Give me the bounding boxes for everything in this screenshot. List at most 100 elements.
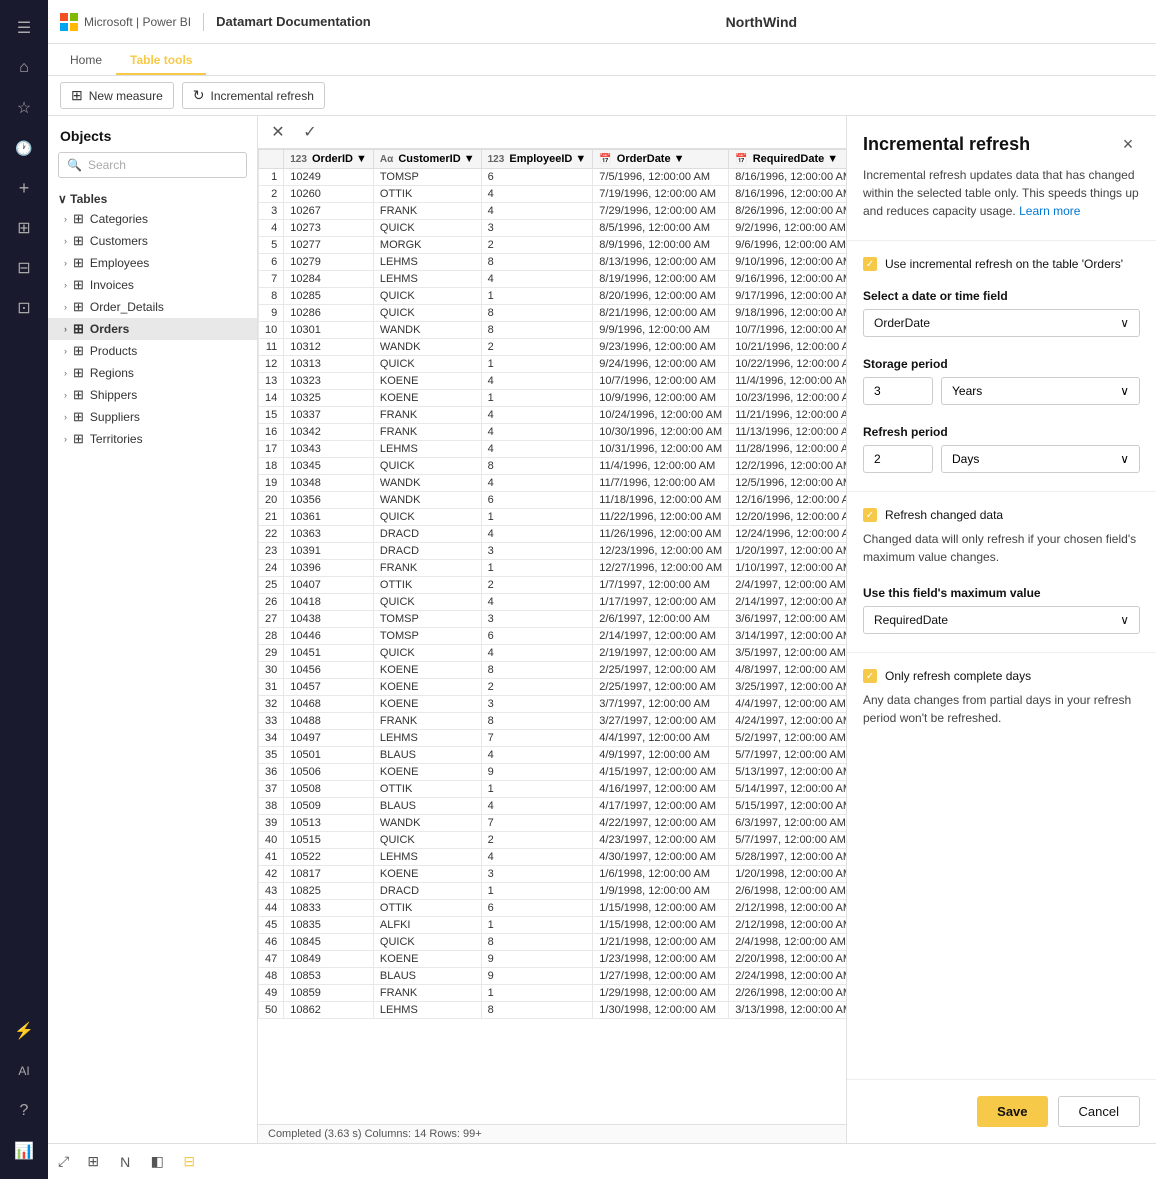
sidebar-icon-model[interactable]: ⊡ — [6, 290, 42, 326]
sidebar-icon-menu[interactable]: ☰ — [6, 10, 42, 46]
table-cell: 1/23/1998, 12:00:00 AM — [593, 951, 729, 968]
bottom-tab-grid[interactable]: ⊞ — [79, 1148, 107, 1176]
sidebar-item-orders[interactable]: › ⊞ Orders — [48, 318, 257, 340]
col-header-orderdate[interactable]: 📅 OrderDate ▼ — [593, 150, 729, 169]
table-cell: 2/14/1997, 12:00:00 AM — [593, 628, 729, 645]
refresh-changed-checkbox[interactable]: ✓ — [863, 508, 877, 522]
table-cell: 10/7/1996, 12:00:00 AM — [593, 373, 729, 390]
close-button[interactable]: × — [1116, 132, 1140, 156]
tab-table-tools[interactable]: Table tools — [116, 47, 206, 75]
table-cell: 5/13/1997, 12:00:00 AM — [729, 764, 846, 781]
row-number: 19 — [259, 475, 284, 492]
sidebar-item-territories[interactable]: › ⊞ Territories — [48, 428, 257, 450]
sidebar-icon-analytics[interactable]: ⚡ — [6, 1013, 42, 1049]
chevron-right-icon: › — [64, 346, 67, 356]
only-complete-checkbox-row[interactable]: ✓ Only refresh complete days — [847, 661, 1156, 691]
sidebar-item-employees[interactable]: › ⊞ Employees — [48, 252, 257, 274]
table-cell: 10/23/1996, 12:00:00 AM — [729, 390, 846, 407]
table-row: 110249TOMSP67/5/1996, 12:00:00 AM8/16/19… — [259, 169, 847, 186]
expand-icon[interactable]: ⤢ — [58, 1153, 69, 1170]
sidebar-item-products[interactable]: › ⊞ Products — [48, 340, 257, 362]
only-complete-checkbox[interactable]: ✓ — [863, 669, 877, 683]
sidebar-icon-ai[interactable]: AI — [6, 1053, 42, 1089]
sidebar-item-invoices[interactable]: › ⊞ Invoices — [48, 274, 257, 296]
table-cell: 10361 — [284, 509, 374, 526]
sidebar-icon-star[interactable]: ☆ — [6, 90, 42, 126]
max-value-select[interactable]: RequiredDate ∨ — [863, 606, 1140, 634]
storage-unit-select[interactable]: Years ∨ — [941, 377, 1140, 405]
sidebar-item-regions[interactable]: › ⊞ Regions — [48, 362, 257, 384]
search-box[interactable]: 🔍 Search — [58, 152, 247, 178]
tab-home[interactable]: Home — [56, 47, 116, 75]
table-cell: 9/23/1996, 12:00:00 AM — [593, 339, 729, 356]
table-cell: 4/24/1997, 12:00:00 AM — [729, 713, 846, 730]
sidebar-item-shippers[interactable]: › ⊞ Shippers — [48, 384, 257, 406]
table-cell: 1/6/1998, 12:00:00 AM — [593, 866, 729, 883]
storage-number-input[interactable] — [863, 377, 933, 405]
row-number: 4 — [259, 220, 284, 237]
table-cell: 3/6/1997, 12:00:00 AM — [729, 611, 846, 628]
cancel-button[interactable]: Cancel — [1058, 1096, 1140, 1127]
sidebar-icon-qa[interactable]: ? — [6, 1093, 42, 1129]
table-cell: 9/10/1996, 12:00:00 AM — [729, 254, 846, 271]
col-header-employeeid[interactable]: 123 EmployeeID ▼ — [481, 150, 593, 169]
item-label: Orders — [90, 322, 129, 336]
bottom-tab-chart[interactable]: N — [111, 1148, 139, 1176]
incremental-refresh-button[interactable]: ↻ Incremental refresh — [182, 82, 325, 109]
table-cell: 10312 — [284, 339, 374, 356]
table-row: 3510501BLAUS44/9/1997, 12:00:00 AM5/7/19… — [259, 747, 847, 764]
sidebar-icon-data[interactable]: ⊟ — [6, 250, 42, 286]
table-cell: 4 — [481, 475, 593, 492]
sidebar-item-suppliers[interactable]: › ⊞ Suppliers — [48, 406, 257, 428]
row-number: 32 — [259, 696, 284, 713]
row-number: 17 — [259, 441, 284, 458]
learn-more-link[interactable]: Learn more — [1019, 204, 1080, 218]
table-cell: OTTIK — [373, 577, 481, 594]
data-table-wrapper[interactable]: 123 OrderID ▼ Aα CustomerID ▼ 123 Employ… — [258, 149, 846, 1124]
sidebar-item-customers[interactable]: › ⊞ Customers — [48, 230, 257, 252]
new-measure-button[interactable]: ⊞ New measure — [60, 82, 174, 109]
sidebar-item-order-details[interactable]: › ⊞ Order_Details — [48, 296, 257, 318]
date-field-select[interactable]: OrderDate ∨ — [863, 309, 1140, 337]
sidebar-icon-pages[interactable]: ⊞ — [6, 210, 42, 246]
chevron-down-icon: ∨ — [1120, 384, 1129, 398]
objects-title: Objects — [48, 116, 257, 152]
sidebar-item-categories[interactable]: › ⊞ Categories — [48, 208, 257, 230]
sidebar-icon-chart[interactable]: 📊 — [6, 1133, 42, 1169]
use-incremental-label: Use incremental refresh on the table 'Or… — [885, 257, 1123, 271]
use-incremental-checkbox[interactable]: ✓ — [863, 257, 877, 271]
confirm-edit-button[interactable]: ✓ — [298, 120, 322, 144]
table-icon: ⊞ — [73, 299, 84, 315]
refresh-changed-checkbox-row[interactable]: ✓ Refresh changed data — [847, 500, 1156, 530]
refresh-unit-select[interactable]: Days ∨ — [941, 445, 1140, 473]
save-button[interactable]: Save — [977, 1096, 1047, 1127]
table-cell: 12/20/1996, 12:00:00 AM — [729, 509, 846, 526]
cancel-edit-button[interactable]: ✕ — [266, 120, 290, 144]
use-incremental-checkbox-row[interactable]: ✓ Use incremental refresh on the table '… — [847, 249, 1156, 279]
col-header-requireddate[interactable]: 📅 RequiredDate ▼ — [729, 150, 846, 169]
sidebar-icon-home[interactable]: ⌂ — [6, 50, 42, 86]
table-row: 3910513WANDK74/22/1997, 12:00:00 AM6/3/1… — [259, 815, 847, 832]
table-row: 3210468KOENE33/7/1997, 12:00:00 AM4/4/19… — [259, 696, 847, 713]
col-header-customerid[interactable]: Aα CustomerID ▼ — [373, 150, 481, 169]
bottom-tab-settings[interactable]: ⊟ — [175, 1148, 203, 1176]
table-cell: 10284 — [284, 271, 374, 288]
refresh-number-input[interactable] — [863, 445, 933, 473]
row-number: 41 — [259, 849, 284, 866]
main-area: Microsoft | Power BI Datamart Documentat… — [48, 0, 1156, 1179]
max-value-section: Use this field's maximum value RequiredD… — [847, 576, 1156, 644]
table-cell: 6 — [481, 492, 593, 509]
table-cell: 2 — [481, 679, 593, 696]
panel-divider-1 — [847, 240, 1156, 241]
sidebar-icon-plus[interactable]: + — [6, 170, 42, 206]
table-cell: 1/10/1997, 12:00:00 AM — [729, 560, 846, 577]
table-cell: 10515 — [284, 832, 374, 849]
item-label: Invoices — [90, 278, 134, 292]
col-header-orderid[interactable]: 123 OrderID ▼ — [284, 150, 374, 169]
table-cell: 1/9/1998, 12:00:00 AM — [593, 883, 729, 900]
table-cell: 1/21/1998, 12:00:00 AM — [593, 934, 729, 951]
sidebar-icon-clock[interactable]: 🕐 — [6, 130, 42, 166]
table-cell: 11/22/1996, 12:00:00 AM — [593, 509, 729, 526]
bottom-tab-schema[interactable]: ◧ — [143, 1148, 171, 1176]
chevron-right-icon: › — [64, 324, 67, 334]
